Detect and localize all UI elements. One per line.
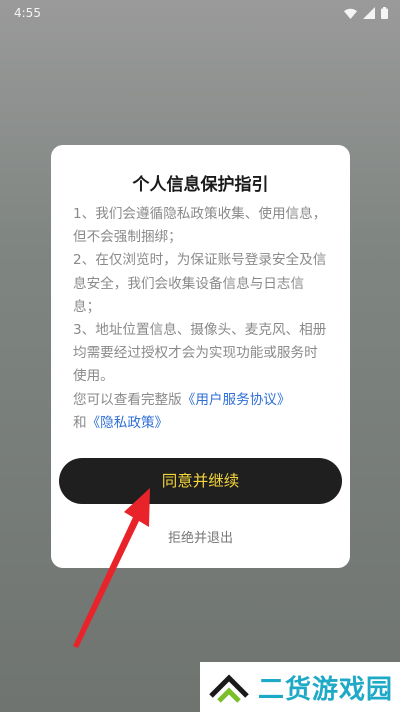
watermark-logo-icon — [209, 674, 249, 703]
view-documents-line: 您可以查看完整版《用户服务协议》和《隐私政策》 — [73, 389, 331, 435]
status-time: 4:55 — [14, 6, 41, 20]
watermark-text: 二货游戏园 — [258, 674, 394, 705]
status-bar: 4:55 — [0, 0, 400, 26]
status-icons — [344, 7, 388, 19]
policy-item-2: 2、在仅浏览时，为保证账号登录安全及信息安全，我们会收集设备信息与日志信息； — [73, 252, 327, 315]
and-text: 和 — [73, 414, 87, 431]
signal-icon — [363, 7, 375, 19]
watermark: 二货游戏园 — [200, 662, 400, 712]
user-agreement-link[interactable]: 《用户服务协议》 — [182, 392, 291, 408]
policy-item-1: 1、我们会遵循隐私政策收集、使用信息，但不会强制捆绑； — [73, 206, 327, 246]
privacy-policy-link[interactable]: 《隐私政策》 — [87, 415, 169, 431]
dialog-title: 个人信息保护指引 — [132, 175, 269, 195]
view-prefix-text: 您可以查看完整版 — [73, 391, 182, 408]
dialog-body: 1、我们会遵循隐私政策收集、使用信息，但不会强制捆绑； 2、在仅浏览时，为保证账… — [73, 203, 331, 435]
agree-continue-button[interactable]: 同意并继续 — [59, 458, 342, 504]
wifi-icon — [344, 8, 357, 19]
policy-item-3: 3、地址位置信息、摄像头、麦克风、相册均需要经过授权才会为实现功能或服务时使用。 — [73, 322, 327, 385]
decline-exit-button[interactable]: 拒绝并退出 — [51, 527, 350, 546]
battery-icon — [381, 7, 388, 19]
privacy-dialog: 个人信息保护指引 1、我们会遵循隐私政策收集、使用信息，但不会强制捆绑； 2、在… — [51, 145, 350, 568]
